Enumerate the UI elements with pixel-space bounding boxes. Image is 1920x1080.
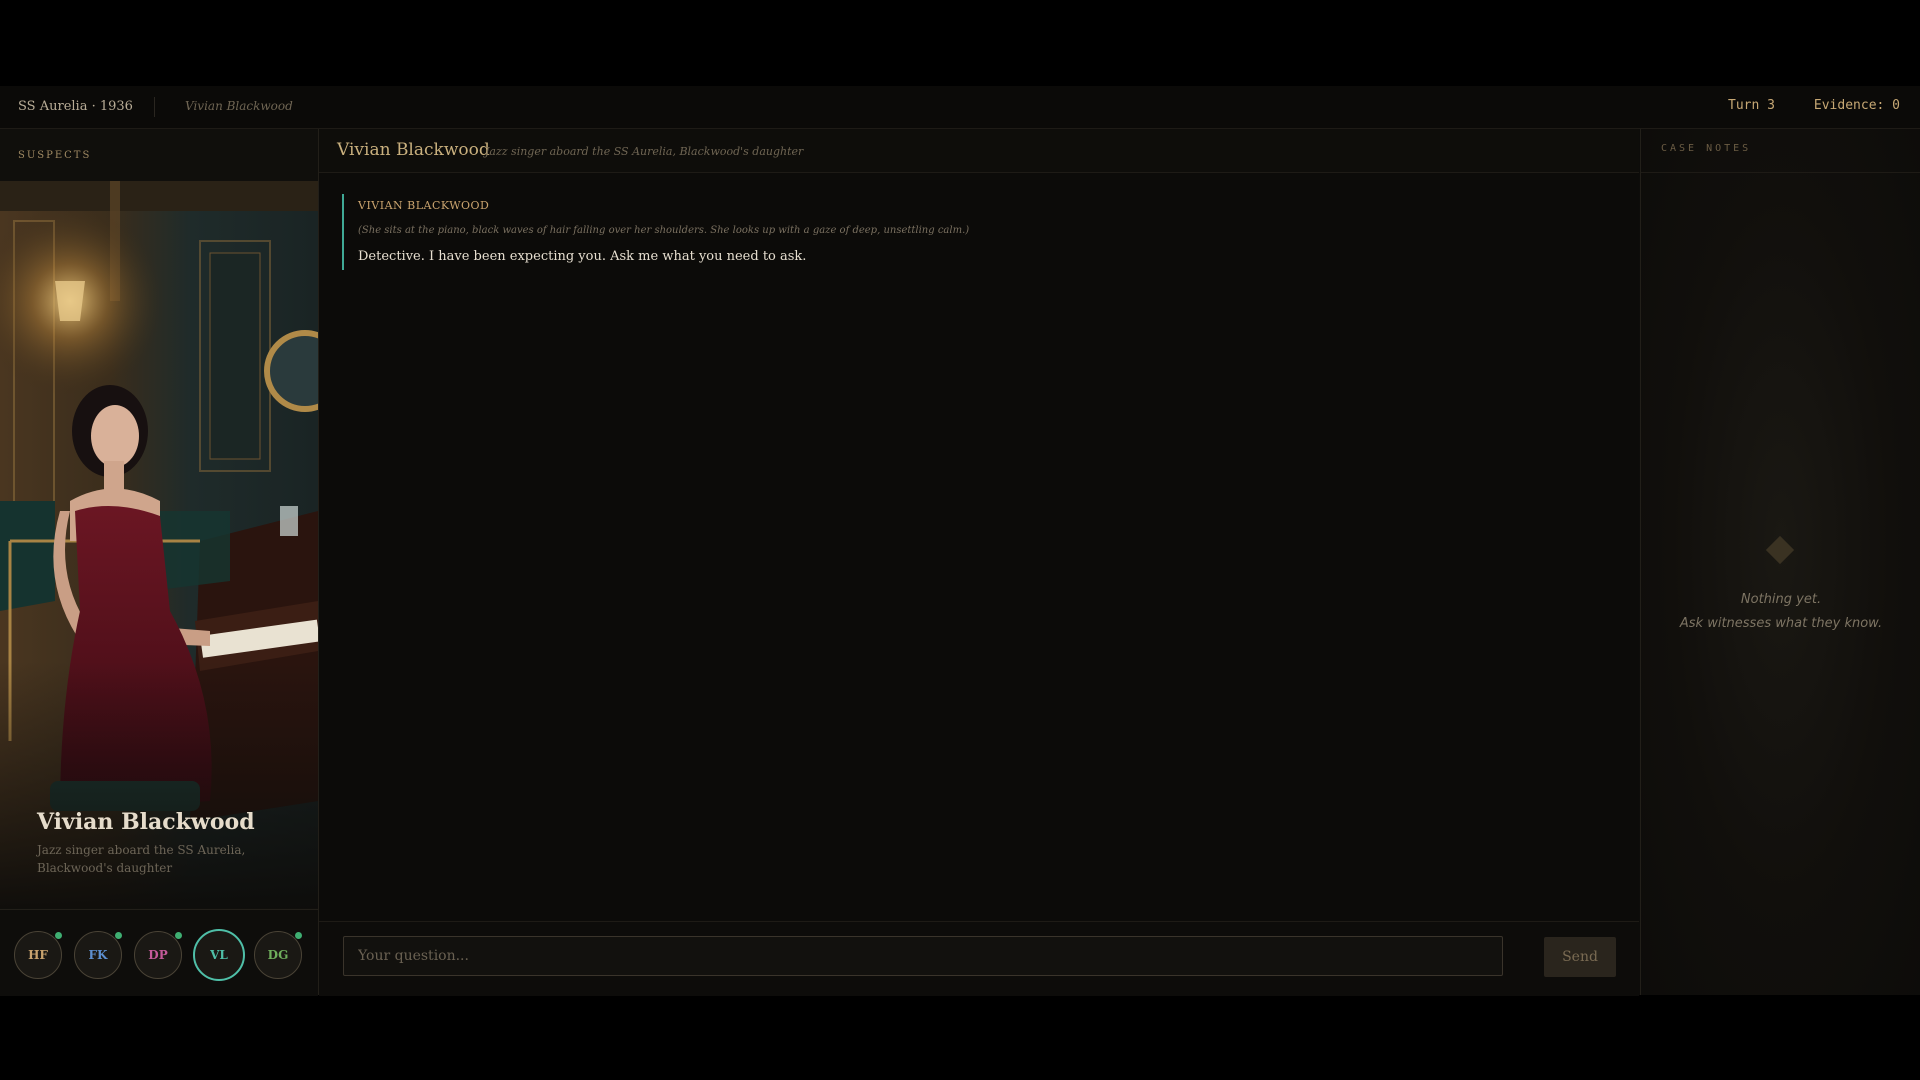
case-notes-empty-hint: Ask witnesses what they know. (1679, 616, 1883, 631)
turn-counter: Turn 3 (1728, 98, 1775, 113)
send-button[interactable]: Send (1544, 937, 1616, 977)
message-speaker: VIVIAN BLACKWOOD (358, 199, 490, 212)
portrait-name: Vivian Blackwood (37, 809, 255, 835)
new-info-dot (115, 932, 122, 939)
suspects-sidebar: SUSPECTS Vivian Blackwood Jazz singer ab… (0, 129, 319, 996)
new-info-dot (295, 932, 302, 939)
suspect-initials: VL (210, 948, 228, 962)
suspect-initials: FK (88, 948, 108, 962)
suspect-button-fk[interactable]: FK (74, 931, 122, 979)
current-suspect-label: Vivian Blackwood (185, 99, 293, 113)
portrait-description: Jazz singer aboard the SS Aurelia, Black… (37, 843, 246, 875)
new-info-dot (55, 932, 62, 939)
suspect-initials: HF (28, 948, 48, 962)
evidence-counter: Evidence: 0 (1813, 98, 1900, 113)
question-bar: Send (319, 921, 1639, 996)
suspects-header: SUSPECTS (18, 150, 92, 161)
new-info-dot (175, 932, 182, 939)
conversation-panel: Vivian Blackwood Jazz singer aboard the … (319, 129, 1639, 996)
suspect-button-dp[interactable]: DP (134, 931, 182, 979)
case-notes-panel: CASE NOTES Nothing yet. Ask witnesses wh… (1640, 129, 1920, 995)
case-notes-header-bar: CASE NOTES (1641, 129, 1920, 173)
suspect-button-dg[interactable]: DG (254, 931, 302, 979)
game-window: SS Aurelia · 1936 Vivian Blackwood Turn … (0, 86, 1920, 996)
diamond-icon (1765, 535, 1795, 565)
conversation-header: Vivian Blackwood Jazz singer aboard the … (319, 129, 1639, 173)
message-text: Detective. I have been expecting you. As… (358, 249, 807, 264)
suspect-initials: DP (148, 948, 168, 962)
message-stage-direction: (She sits at the piano, black waves of h… (358, 225, 970, 236)
top-bar: SS Aurelia · 1936 Vivian Blackwood Turn … (0, 86, 1920, 129)
suspect-initials: DG (267, 948, 289, 962)
suspect-button-hf[interactable]: HF (14, 931, 62, 979)
divider (154, 97, 155, 117)
question-input[interactable] (343, 936, 1503, 976)
suspect-portrait: Vivian Blackwood Jazz singer aboard the … (0, 181, 318, 908)
game-title: SS Aurelia · 1936 (18, 99, 133, 114)
case-notes-header: CASE NOTES (1661, 143, 1752, 154)
case-notes-empty-title: Nothing yet. (1740, 592, 1822, 607)
portrait-illustration (0, 181, 318, 908)
suspect-selector: HF FK DP VL DG (0, 909, 318, 996)
conversation-suspect-description: Jazz singer aboard the SS Aurelia, Black… (485, 145, 804, 158)
dialogue-message: VIVIAN BLACKWOOD (She sits at the piano,… (342, 194, 1244, 270)
suspect-button-vl[interactable]: VL (193, 929, 245, 981)
conversation-suspect-name: Vivian Blackwood (337, 140, 490, 160)
